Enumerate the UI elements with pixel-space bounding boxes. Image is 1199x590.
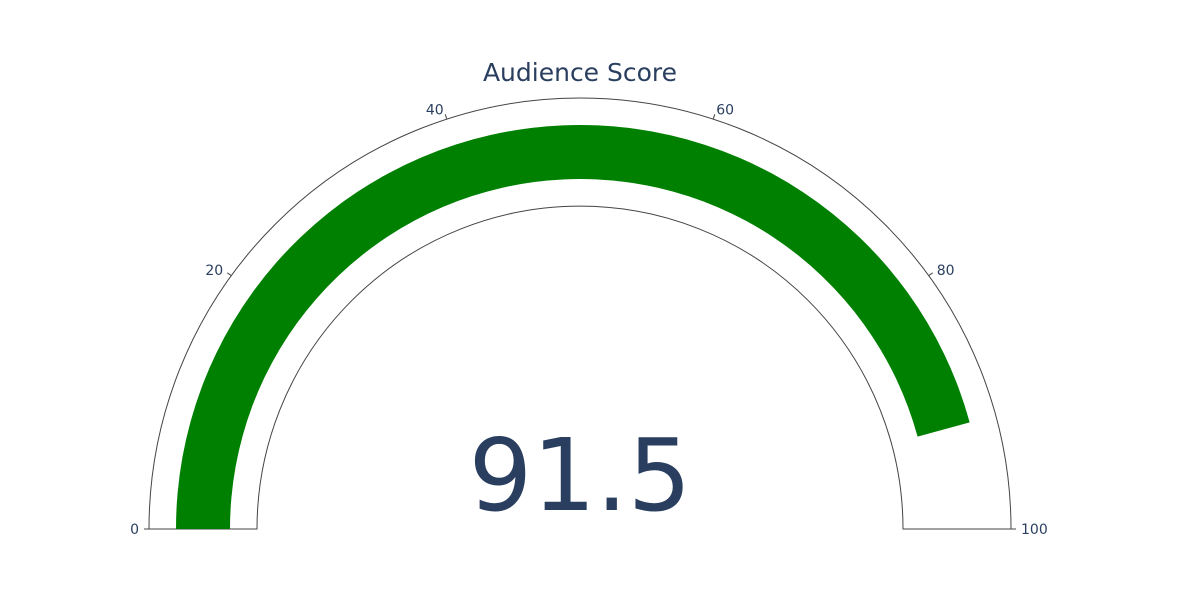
gauge-chart: Audience Score 0 20 40 60 80 100 91.5 <box>130 58 1048 538</box>
tick-label: 0 <box>130 522 139 538</box>
gauge-value: 91.5 <box>469 417 692 534</box>
tick-mark <box>712 114 716 120</box>
tick-mark <box>226 272 232 277</box>
tick-mark <box>444 114 448 120</box>
tick-mark <box>928 272 934 277</box>
tick-label: 40 <box>426 103 444 119</box>
tick-label: 100 <box>1021 522 1048 538</box>
tick-label: 20 <box>205 263 223 279</box>
chart-title: Audience Score <box>483 58 677 87</box>
tick-label: 80 <box>937 263 955 279</box>
tick-label: 60 <box>716 103 734 119</box>
